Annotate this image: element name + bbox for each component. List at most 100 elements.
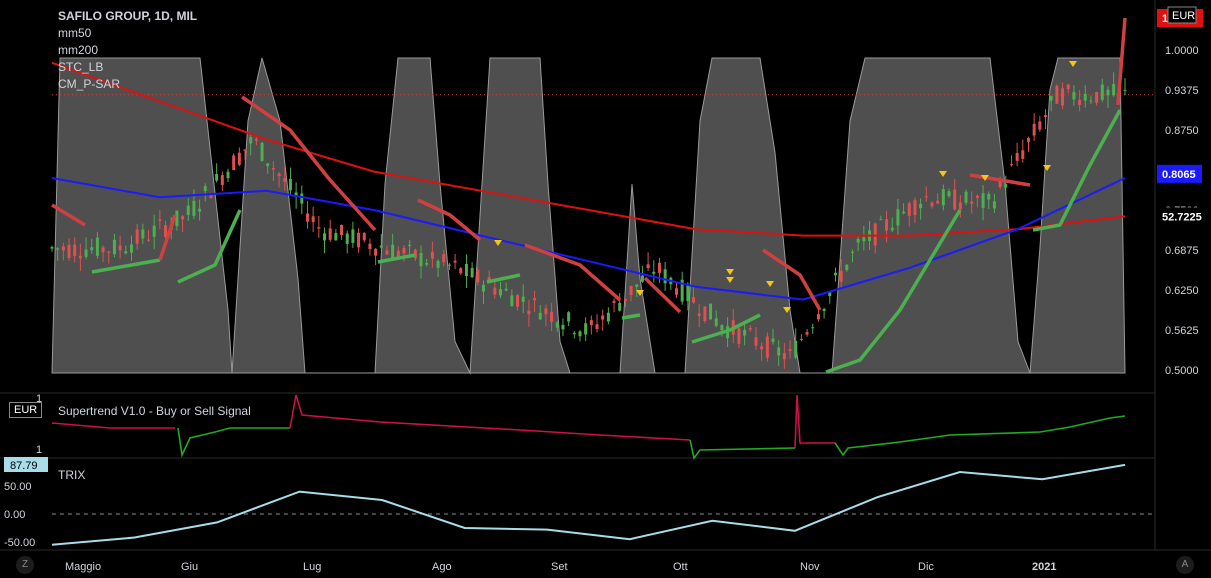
x-axis-label: Ott: [673, 561, 688, 573]
indicator-stc[interactable]: STC_LB: [58, 59, 197, 76]
candle-body: [124, 251, 128, 254]
candle-body: [777, 347, 781, 356]
trix-value-badge: 87.79: [10, 460, 38, 472]
candle-body: [1009, 164, 1013, 166]
candle-body: [544, 308, 548, 315]
supertrend-line: [177, 427, 290, 458]
candle-body: [748, 327, 752, 330]
candle-body: [112, 239, 116, 255]
candle-body: [345, 233, 349, 245]
candle-body: [703, 306, 707, 321]
supertrend-legend[interactable]: Supertrend V1.0 - Buy or Sell Signal: [58, 403, 251, 420]
candle-body: [811, 327, 815, 329]
candle-body: [902, 211, 906, 214]
candle-body: [340, 225, 344, 235]
candle-body: [158, 219, 162, 221]
trix-legend[interactable]: TRIX: [58, 467, 85, 484]
candle-body: [992, 201, 996, 209]
stc-badge: 52.7225: [1162, 211, 1202, 223]
candle-body: [408, 244, 412, 247]
candle-body: [856, 238, 860, 243]
candle-body: [692, 297, 696, 303]
candle-body: [646, 264, 650, 269]
stc-area: [51, 57, 1126, 375]
candle-body: [317, 227, 321, 229]
candle-body: [118, 245, 122, 251]
candle-body: [743, 329, 747, 336]
candle-body: [1061, 88, 1065, 106]
indicator-psar[interactable]: CM_P-SAR: [58, 76, 197, 93]
candle-body: [533, 298, 537, 301]
candle-body: [328, 228, 332, 240]
candle-body: [391, 244, 395, 259]
supertrend-line: [51, 422, 175, 429]
candle-body: [147, 239, 151, 241]
candle-body: [61, 246, 65, 251]
x-axis-label: 2021: [1032, 561, 1056, 573]
candle-body: [1123, 89, 1127, 91]
candle-body: [447, 264, 451, 266]
auto-scale-button[interactable]: A: [1176, 556, 1194, 574]
candle-body: [323, 233, 327, 241]
candle-body: [95, 237, 99, 256]
indicator-mm200[interactable]: mm200: [58, 42, 197, 59]
candle-body: [305, 213, 309, 222]
candle-body: [396, 250, 400, 257]
trix-tick-label: 50.00: [4, 481, 32, 493]
candle-body: [254, 139, 258, 141]
candle-body: [850, 251, 854, 253]
candle-body: [862, 237, 866, 242]
candle-body: [237, 152, 241, 165]
candle-body: [186, 205, 190, 215]
y-tick-label: 0.6875: [1165, 245, 1199, 257]
x-axis-label: Ago: [432, 561, 452, 573]
candle-body: [561, 324, 565, 330]
candle-body: [521, 296, 525, 302]
candle-body: [799, 338, 803, 340]
candle-body: [606, 312, 610, 322]
candle-body: [618, 302, 622, 311]
x-axis-label: Nov: [800, 561, 820, 573]
candle-body: [1032, 123, 1036, 136]
candle-body: [754, 337, 758, 346]
psar-segment: [643, 276, 682, 314]
symbol-title[interactable]: SAFILO GROUP, 1D, MIL: [58, 8, 197, 25]
candle-body: [499, 289, 503, 296]
candle-body: [958, 202, 962, 210]
candle-body: [67, 244, 71, 258]
candle-body: [220, 175, 224, 185]
candle-body: [601, 315, 605, 320]
candle-body: [970, 201, 974, 204]
candle-body: [504, 288, 508, 291]
candle-body: [714, 318, 718, 326]
x-axis-label: Set: [551, 561, 568, 573]
zoom-button[interactable]: Z: [16, 556, 34, 574]
candle-body: [175, 210, 179, 227]
candle-body: [481, 284, 485, 292]
candle-body: [567, 312, 571, 322]
candle-body: [1021, 150, 1025, 159]
candle-body: [839, 270, 843, 282]
candle-body: [919, 203, 923, 209]
indicator-mm50[interactable]: mm50: [58, 25, 197, 42]
candle-body: [1038, 121, 1042, 130]
candle-body: [640, 275, 644, 282]
candle-body: [629, 285, 633, 295]
candle-body: [50, 247, 54, 249]
candle-body: [1015, 153, 1019, 161]
candle-body: [379, 245, 383, 248]
candle-body: [709, 303, 713, 320]
candle-body: [459, 268, 463, 274]
trix-tick-label: -50.00: [4, 537, 35, 549]
candle-body: [907, 203, 911, 216]
supertrend-line: [289, 394, 691, 441]
candle-body: [941, 189, 945, 206]
main-currency-badge: EUR: [1172, 10, 1195, 22]
candle-body: [589, 320, 593, 326]
candle-body: [215, 174, 219, 181]
candle-body: [845, 264, 849, 271]
candle-body: [436, 261, 440, 268]
candle-body: [885, 219, 889, 231]
candle-body: [788, 349, 792, 352]
candle-body: [351, 229, 355, 243]
